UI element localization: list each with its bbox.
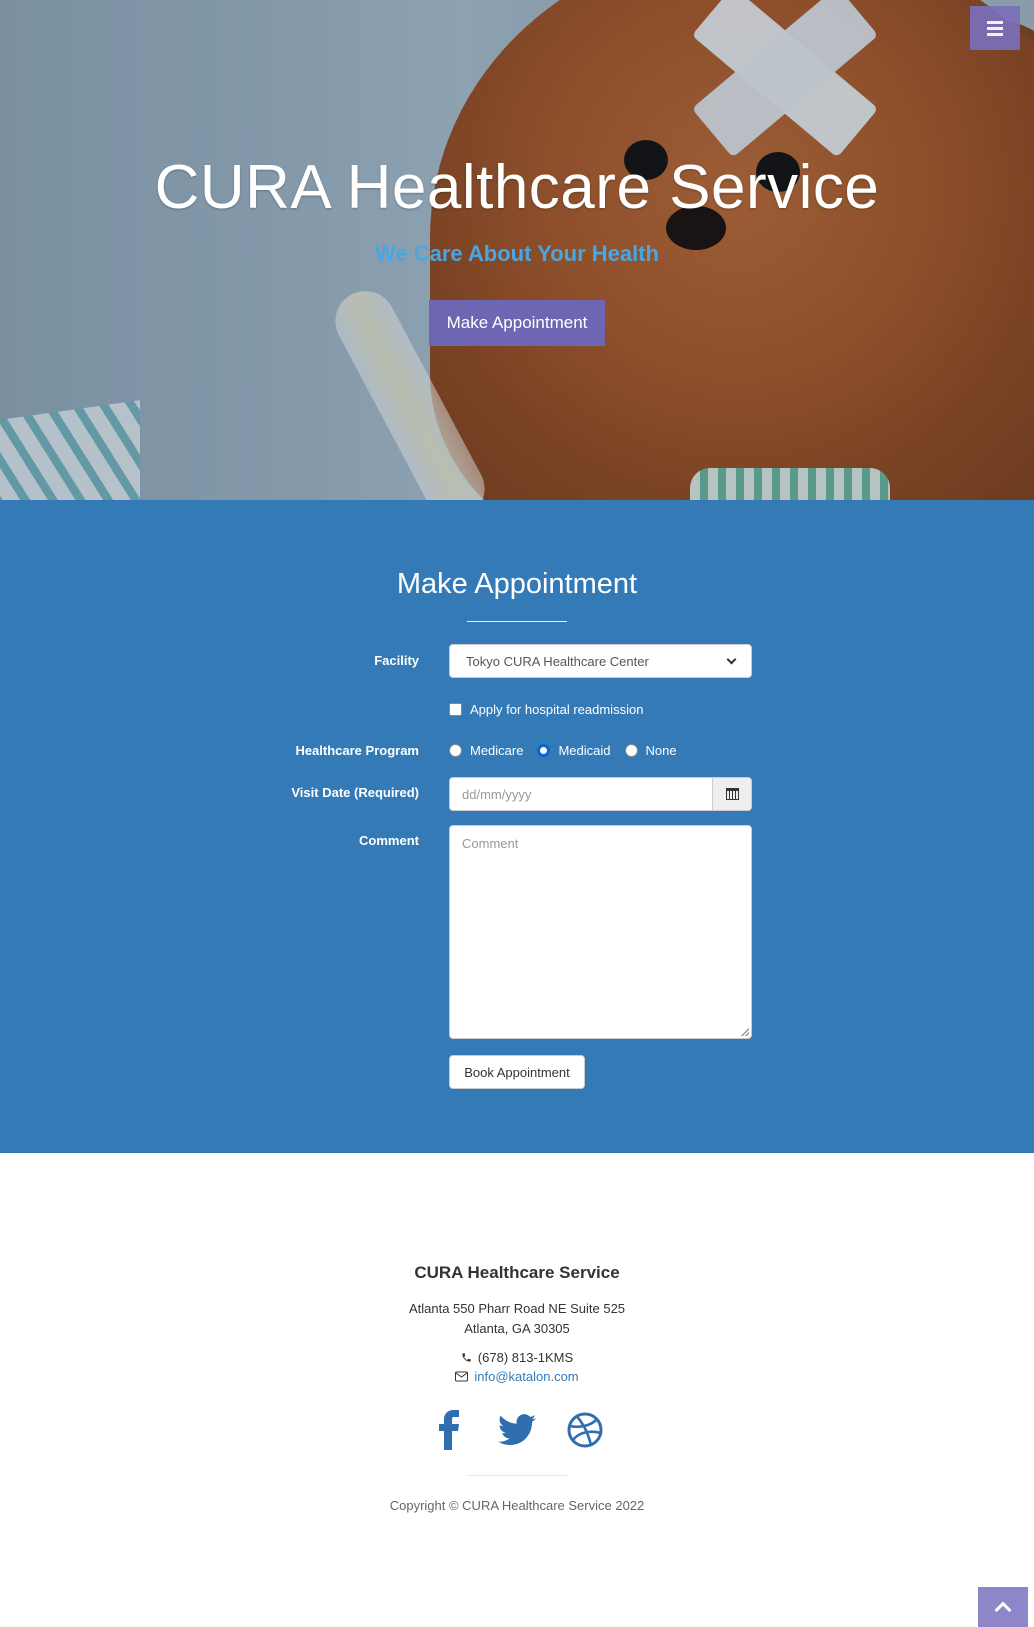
radio-none-input[interactable] [624,744,638,757]
book-appointment-button[interactable]: Book Appointment [449,1055,585,1089]
make-appointment-button[interactable]: Make Appointment [429,300,605,346]
address-line-2: Atlanta, GA 30305 [464,1321,570,1336]
visit-date-label: Visit Date (Required) [291,785,419,800]
chevron-down-icon [726,654,737,664]
menu-toggle-button[interactable] [970,6,1020,50]
copyright-text: Copyright © CURA Healthcare Service 2022 [389,1498,645,1513]
hero-subtitle: We Care About Your Health [374,241,659,266]
footer-divider [467,1475,567,1476]
title-divider [467,621,567,622]
scroll-to-top-button[interactable] [978,1587,1028,1627]
comment-placeholder: Comment [462,836,519,851]
comment-textarea[interactable]: Comment [449,825,752,1039]
phone-icon [462,1353,471,1362]
calendar-button[interactable] [712,777,752,811]
phone-number: (678) 813-1KMS [477,1350,574,1365]
radio-medicare-label: Medicare [470,743,524,758]
hero-section: CURA Healthcare Service We Care About Yo… [0,0,1034,500]
readmission-row: Apply for hospital readmission [449,702,643,717]
readmission-checkbox[interactable] [449,703,462,716]
radio-medicare[interactable]: Medicare [449,743,523,758]
visit-date-input[interactable]: dd/mm/yyyy [449,777,712,811]
radio-none[interactable]: None [624,743,677,758]
appointment-section: Make Appointment Facility Tokyo CURA Hea… [0,500,1034,1153]
readmission-label: Apply for hospital readmission [470,702,644,717]
chevron-up-icon [994,1601,1012,1619]
phone-row: (678) 813-1KMS [0,1350,1034,1365]
program-radio-group: Medicare Medicaid None [449,743,691,758]
bars-icon [987,20,1003,24]
resize-handle-icon[interactable] [741,1028,749,1036]
footer-title: CURA Healthcare Service [414,1263,620,1282]
envelope-icon [455,1371,469,1382]
radio-medicaid-label: Medicaid [558,743,611,758]
hero-title: CURA Healthcare Service [154,153,880,222]
radio-medicaid[interactable]: Medicaid [537,743,611,758]
facility-selected-value: Tokyo CURA Healthcare Center [466,653,649,669]
social-links [0,1410,1034,1450]
facility-label: Facility [374,653,419,668]
facebook-icon[interactable] [429,1410,469,1450]
calendar-icon [725,788,739,800]
radio-medicare-input[interactable] [449,744,462,757]
email-row: info@katalon.com [0,1369,1034,1384]
twitter-icon[interactable] [497,1410,537,1450]
dribbble-icon[interactable] [565,1410,605,1450]
appointment-title: Make Appointment [396,568,638,600]
radio-none-label: None [645,743,677,758]
program-label: Healthcare Program [295,743,419,758]
radio-medicaid-input[interactable] [537,744,551,757]
facility-select[interactable]: Tokyo CURA Healthcare Center [449,644,752,678]
address-line-1: Atlanta 550 Pharr Road NE Suite 525 [408,1301,626,1316]
footer: CURA Healthcare Service Atlanta 550 Phar… [0,1153,1034,1627]
visit-date-group: dd/mm/yyyy [449,777,752,811]
comment-label: Comment [359,833,419,848]
email-link[interactable]: info@katalon.com [474,1369,578,1384]
